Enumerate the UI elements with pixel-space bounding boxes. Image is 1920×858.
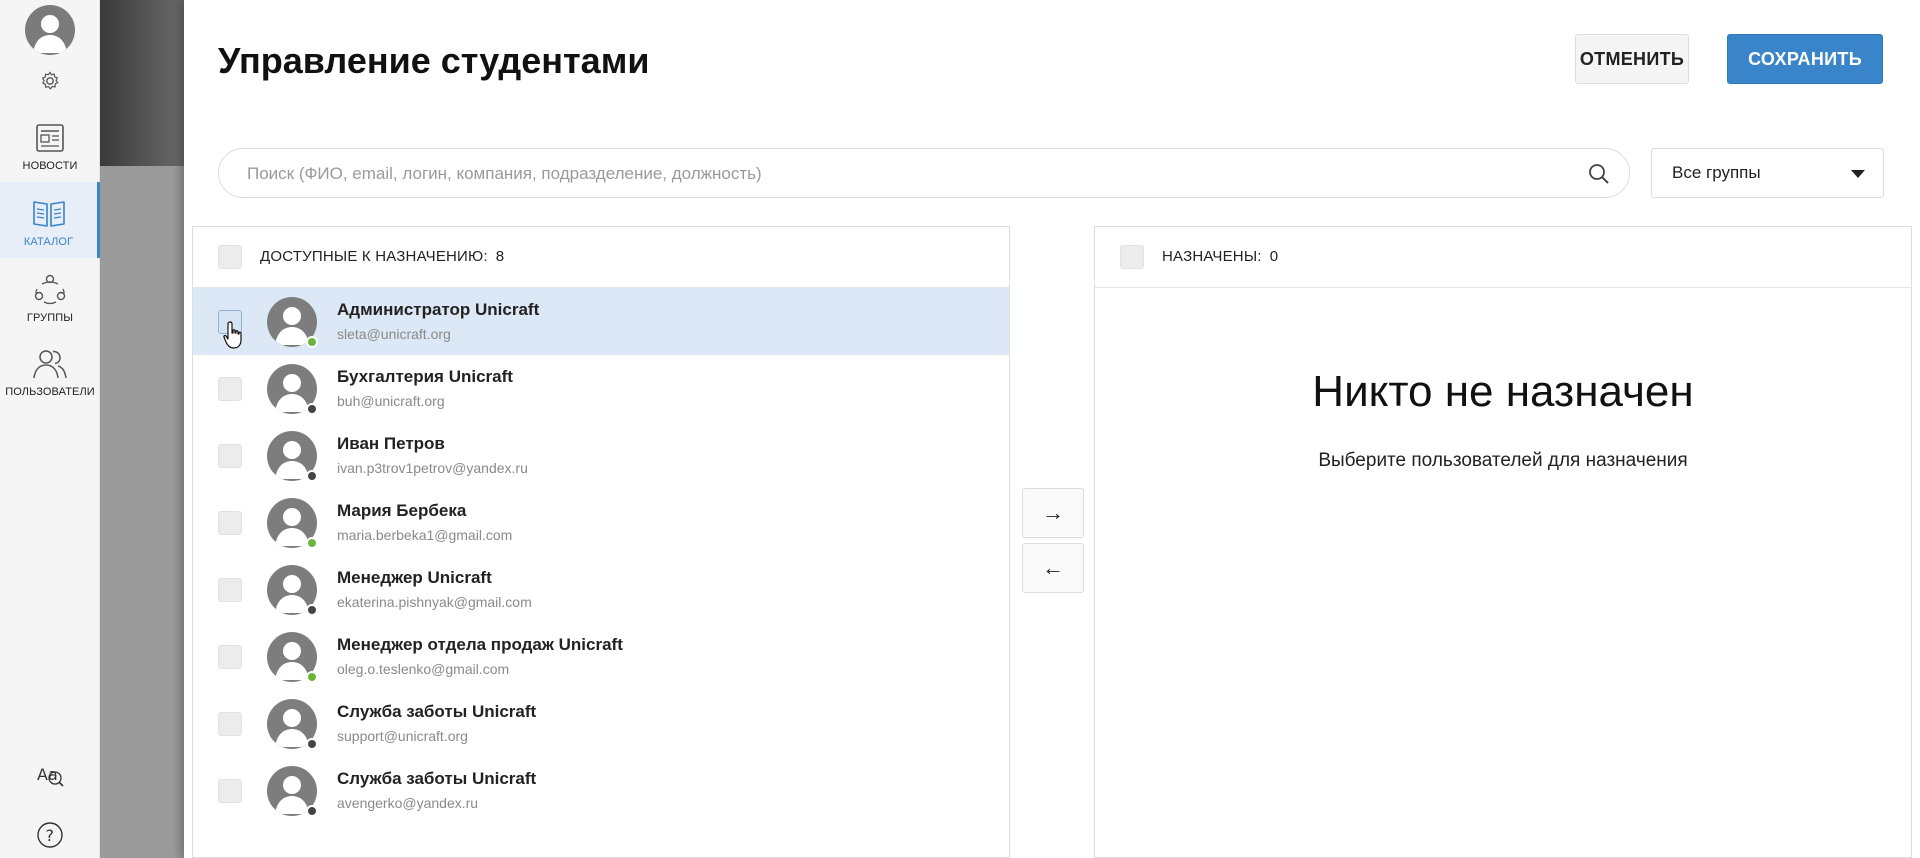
status-dot-icon bbox=[306, 537, 318, 549]
background-overlay-top bbox=[100, 0, 184, 166]
nav-item-label: ПОЛЬЗОВАТЕЛИ bbox=[5, 386, 95, 398]
user-email: ivan.p3trov1petrov@yandex.ru bbox=[337, 460, 528, 476]
status-dot-icon bbox=[306, 805, 318, 817]
user-row[interactable]: Служба заботы Unicraft support@unicraft.o… bbox=[193, 690, 1009, 757]
status-dot-icon bbox=[306, 738, 318, 750]
user-email: sleta@unicraft.org bbox=[337, 326, 451, 342]
users-icon bbox=[33, 350, 67, 379]
user-name: Менеджер Unicraft bbox=[337, 568, 492, 587]
user-checkbox[interactable] bbox=[218, 645, 242, 669]
status-dot-icon bbox=[306, 671, 318, 683]
user-email: maria.berbeka1@gmail.com bbox=[337, 527, 513, 543]
empty-state-title: Никто не назначен bbox=[1312, 367, 1694, 416]
newspaper-icon bbox=[36, 124, 64, 152]
user-name: Менеджер отдела продаж Unicraft bbox=[337, 635, 623, 654]
user-name: Администратор Unicraft bbox=[337, 300, 540, 319]
user-email: ekaterina.pishnyak@gmail.com bbox=[337, 594, 532, 610]
user-row[interactable]: Менеджер Unicraft ekaterina.pishnyak@gmai… bbox=[193, 556, 1009, 623]
assigned-users-panel: НАЗНАЧЕНЫ: 0 Никто не назначен Выберите п… bbox=[1094, 226, 1912, 858]
select-all-available-checkbox[interactable] bbox=[218, 245, 242, 269]
user-name: Служба заботы Unicraft bbox=[337, 769, 537, 788]
user-name: Иван Петров bbox=[337, 434, 445, 453]
user-checkbox[interactable] bbox=[218, 377, 242, 401]
user-email: support@unicraft.org bbox=[337, 728, 468, 744]
user-checkbox[interactable] bbox=[218, 712, 242, 736]
nav-item-label: ГРУППЫ bbox=[26, 312, 74, 324]
page-title: Управление студентами bbox=[218, 40, 650, 81]
group-filter-select[interactable]: Все группы bbox=[1651, 148, 1884, 198]
nav-item-label: КАТАЛОГ bbox=[23, 236, 74, 248]
search-box bbox=[218, 148, 1630, 199]
user-checkbox[interactable] bbox=[218, 511, 242, 535]
available-header: ДОСТУПНЫЕ К НАЗНАЧЕНИЮ: 8 bbox=[193, 227, 1009, 288]
available-count: 8 bbox=[495, 248, 505, 265]
search-input[interactable] bbox=[245, 149, 1569, 199]
user-name: Бухгалтерия Unicraft bbox=[337, 367, 513, 386]
user-row[interactable]: Менеджер отдела продаж Unicraft oleg.o.te… bbox=[193, 623, 1009, 690]
user-row[interactable]: Служба заботы Unicraft avengerko@yandex.r… bbox=[193, 757, 1009, 824]
status-dot-icon bbox=[306, 470, 318, 482]
user-email: buh@unicraft.org bbox=[337, 393, 445, 409]
cancel-button[interactable]: ОТМЕНИТЬ bbox=[1575, 34, 1689, 84]
status-dot-icon bbox=[306, 604, 318, 616]
assigned-header: НАЗНАЧЕНЫ: 0 bbox=[1095, 227, 1911, 288]
search-icon[interactable] bbox=[1587, 162, 1611, 186]
status-dot-icon bbox=[306, 336, 318, 348]
select-all-assigned-checkbox[interactable] bbox=[1120, 245, 1144, 269]
empty-state-subtitle: Выберите пользователей для назначения bbox=[1318, 450, 1688, 471]
group-filter-value: Все группы bbox=[1672, 163, 1761, 182]
available-users-panel: ДОСТУПНЫЕ К НАЗНАЧЕНИЮ: 8 Администратор U… bbox=[192, 226, 1010, 858]
help-icon[interactable]: ? bbox=[36, 821, 64, 849]
profile-avatar[interactable] bbox=[25, 5, 75, 55]
user-row[interactable]: Мария Бербека maria.berbeka1@gmail.com bbox=[193, 489, 1009, 556]
settings-gear-icon[interactable] bbox=[39, 70, 61, 92]
nav-item-groups[interactable]: ГРУППЫ bbox=[0, 272, 100, 342]
user-name: Служба заботы Unicraft bbox=[337, 702, 537, 721]
nav-item-label: НОВОСТИ bbox=[22, 160, 78, 172]
book-icon bbox=[32, 201, 65, 227]
user-row[interactable]: Администратор Unicraft sleta@unicraft.org bbox=[193, 288, 1009, 355]
font-size-icon[interactable]: Aa bbox=[36, 761, 64, 789]
nav-item-users[interactable]: ПОЛЬЗОВАТЕЛИ bbox=[0, 348, 100, 418]
user-row[interactable]: Иван Петров ivan.p3trov1petrov@yandex.ru bbox=[193, 422, 1009, 489]
assigned-label: НАЗНАЧЕНЫ: 0 bbox=[1162, 248, 1279, 265]
user-checkbox[interactable] bbox=[218, 578, 242, 602]
user-name: Мария Бербека bbox=[337, 501, 467, 520]
assigned-count: 0 bbox=[1269, 248, 1279, 265]
user-checkbox[interactable] bbox=[218, 779, 242, 803]
available-label: ДОСТУПНЫЕ К НАЗНАЧЕНИЮ: 8 bbox=[260, 248, 505, 265]
svg-text:Aa: Aa bbox=[37, 765, 58, 784]
svg-text:?: ? bbox=[46, 826, 55, 845]
groups-icon bbox=[34, 274, 66, 305]
avatar-person-icon bbox=[33, 15, 67, 53]
user-email: oleg.o.teslenko@gmail.com bbox=[337, 661, 510, 677]
user-row[interactable]: Бухгалтерия Unicraft buh@unicraft.org bbox=[193, 355, 1009, 422]
sidebar: НОВОСТИ КАТАЛОГ ГРУППЫ ПОЛЬЗОВАТЕЛИ Aa ? bbox=[0, 0, 100, 858]
save-button[interactable]: СОХРАНИТЬ bbox=[1727, 34, 1883, 84]
user-email: avengerko@yandex.ru bbox=[337, 795, 479, 811]
caret-down-icon bbox=[1851, 170, 1865, 178]
student-management-panel: Управление студентами ОТМЕНИТЬ СОХРАНИТЬ… bbox=[184, 0, 1920, 858]
move-left-button[interactable]: ← bbox=[1022, 543, 1084, 593]
hand-cursor-icon bbox=[223, 321, 242, 349]
move-right-button[interactable]: → bbox=[1022, 488, 1084, 538]
nav-item-catalog[interactable]: КАТАЛОГ bbox=[0, 182, 100, 258]
user-checkbox[interactable] bbox=[218, 444, 242, 468]
status-dot-icon bbox=[306, 403, 318, 415]
